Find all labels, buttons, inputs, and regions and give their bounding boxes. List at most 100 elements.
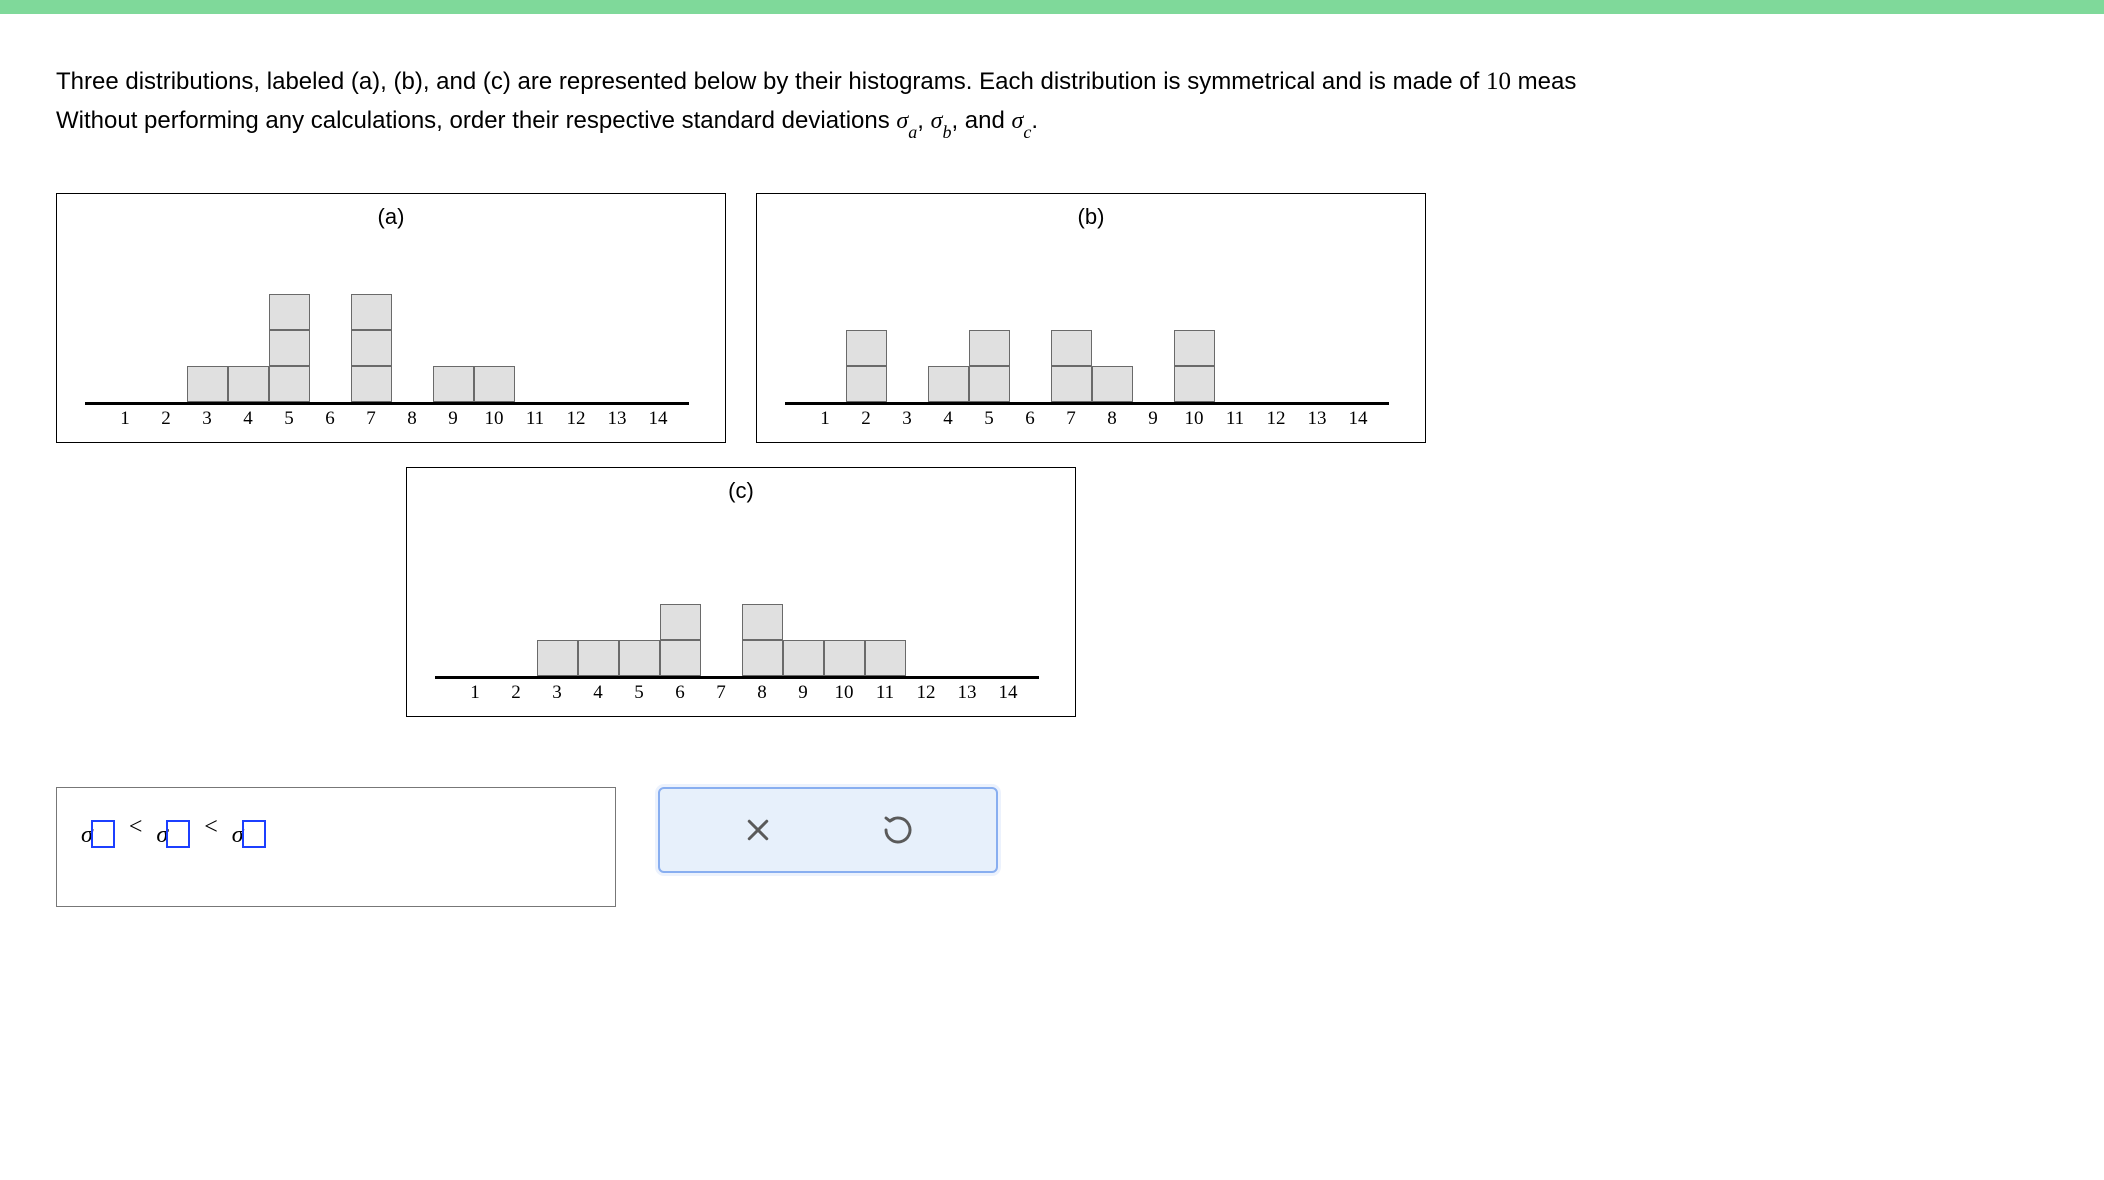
x-tick: 10 <box>824 682 864 704</box>
histogram-bar <box>537 640 578 676</box>
histogram-bar <box>928 366 969 402</box>
problem-text: Three distributions, labeled (a), (b), a… <box>56 62 2104 143</box>
x-tick: 14 <box>1338 408 1378 430</box>
histogram-bar <box>824 640 865 676</box>
x-tick: 12 <box>1256 408 1296 430</box>
sigma-c-symbol: σ <box>1012 108 1024 134</box>
x-tick: 3 <box>537 682 577 704</box>
period: . <box>1031 107 1038 134</box>
x-tick: 11 <box>515 408 555 430</box>
x-tick: 7 <box>1051 408 1091 430</box>
x-tick: 14 <box>988 682 1028 704</box>
x-tick: 1 <box>455 682 495 704</box>
x-tick: 9 <box>1133 408 1173 430</box>
and-text: and <box>965 107 1012 134</box>
histogram-bar <box>269 366 310 402</box>
problem-line1-prefix: Three distributions, labeled (a), (b), a… <box>56 68 1486 95</box>
x-tick: 2 <box>846 408 886 430</box>
x-tick: 2 <box>146 408 186 430</box>
x-tick: 3 <box>887 408 927 430</box>
histogram-bar <box>660 640 701 676</box>
histogram-bar <box>578 640 619 676</box>
histogram-bar <box>619 640 660 676</box>
x-tick: 5 <box>269 408 309 430</box>
histogram-bar <box>1092 366 1133 402</box>
x-tick: 10 <box>1174 408 1214 430</box>
comma2: , <box>951 107 964 134</box>
answer-slot-1[interactable] <box>91 820 115 848</box>
histogram-bar <box>1174 330 1215 366</box>
x-tick: 14 <box>638 408 678 430</box>
histogram-bar <box>865 640 906 676</box>
histogram-bar <box>269 294 310 330</box>
x-tick: 5 <box>969 408 1009 430</box>
x-tick: 6 <box>660 682 700 704</box>
content-area: Three distributions, labeled (a), (b), a… <box>0 14 2104 947</box>
histogram-row-2: (c) 1234567891011121314 <box>56 467 2104 717</box>
x-tick: 6 <box>1010 408 1050 430</box>
top-accent-bar <box>0 0 2104 14</box>
histogram-bar <box>228 366 269 402</box>
histogram-bar <box>742 604 783 640</box>
x-tick: 5 <box>619 682 659 704</box>
lt-2: < <box>198 814 224 849</box>
answer-sigma-1: σ <box>81 814 115 850</box>
answer-sigma-2: σ <box>156 814 190 850</box>
undo-icon <box>882 814 914 846</box>
histogram-bar <box>846 330 887 366</box>
histogram-a: (a) 1234567891011121314 <box>56 193 726 443</box>
x-tick: 13 <box>947 682 987 704</box>
histogram-bar <box>1174 366 1215 402</box>
x-tick: 8 <box>1092 408 1132 430</box>
x-tick: 11 <box>1215 408 1255 430</box>
x-tick: 12 <box>556 408 596 430</box>
histogram-bar <box>969 366 1010 402</box>
histogram-bar <box>660 604 701 640</box>
x-tick: 12 <box>906 682 946 704</box>
x-icon <box>743 815 773 845</box>
histogram-bar <box>351 294 392 330</box>
histogram-bar <box>187 366 228 402</box>
x-tick: 4 <box>928 408 968 430</box>
answer-row: σ < σ < σ <box>56 787 2104 907</box>
sigma-c-sub: c <box>1023 122 1031 142</box>
histogram-bar <box>783 640 824 676</box>
x-axis <box>85 402 689 405</box>
x-tick: 2 <box>496 682 536 704</box>
x-tick: 9 <box>783 682 823 704</box>
x-tick: 10 <box>474 408 514 430</box>
histogram-b-label: (b) <box>757 204 1425 230</box>
histogram-bar <box>969 330 1010 366</box>
x-tick: 8 <box>392 408 432 430</box>
sigma-a-sub: a <box>908 122 917 142</box>
histogram-c-label: (c) <box>407 478 1075 504</box>
problem-line1-suffix: meas <box>1511 68 1576 95</box>
answer-box: σ < σ < σ <box>56 787 616 907</box>
x-tick: 8 <box>742 682 782 704</box>
x-tick: 1 <box>105 408 145 430</box>
x-tick: 3 <box>187 408 227 430</box>
problem-line2-prefix: Without performing any calculations, ord… <box>56 107 896 134</box>
reset-button[interactable] <box>872 804 924 856</box>
histogram-bar <box>351 330 392 366</box>
histogram-b: (b) 1234567891011121314 <box>756 193 1426 443</box>
sigma-b-sub: b <box>942 122 951 142</box>
histogram-bar <box>269 330 310 366</box>
x-tick: 7 <box>351 408 391 430</box>
x-tick: 4 <box>578 682 618 704</box>
histogram-bar <box>846 366 887 402</box>
sigma-b-symbol: σ <box>931 108 943 134</box>
x-tick: 13 <box>1297 408 1337 430</box>
histogram-c: (c) 1234567891011121314 <box>406 467 1076 717</box>
histogram-bar <box>474 366 515 402</box>
x-tick: 13 <box>597 408 637 430</box>
answer-slot-3[interactable] <box>242 820 266 848</box>
histogram-row-1: (a) 1234567891011121314 (b) 123456789101… <box>56 193 2104 443</box>
clear-button[interactable] <box>732 804 784 856</box>
answer-slot-2[interactable] <box>166 820 190 848</box>
answer-expression: σ < σ < σ <box>81 814 591 850</box>
x-tick: 11 <box>865 682 905 704</box>
x-axis <box>435 676 1039 679</box>
lt-1: < <box>123 814 149 849</box>
histogram-a-label: (a) <box>57 204 725 230</box>
